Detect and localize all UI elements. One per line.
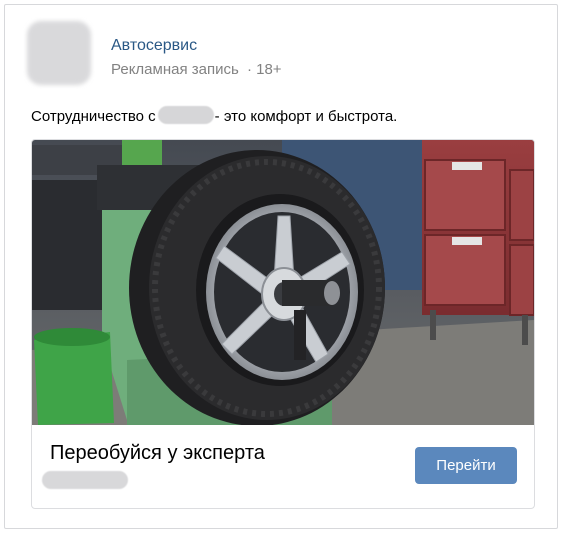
go-button[interactable]: Перейти (415, 447, 517, 484)
post-text: Сотрудничество с - это комфорт и быстрота… (31, 106, 397, 125)
ad-post: Автосервис Рекламная запись · 18+ Сотруд… (4, 4, 558, 529)
avatar[interactable] (23, 17, 95, 89)
redacted-domain (42, 471, 128, 489)
card-title: Переобуйся у эксперта (50, 442, 265, 464)
post-meta: Рекламная запись · 18+ (111, 61, 282, 78)
tire-photo[interactable] (32, 140, 534, 425)
post-text-end: - это комфорт и быстрота. (214, 108, 398, 125)
ad-label: Рекламная запись (111, 61, 239, 78)
redacted-name (157, 106, 214, 124)
author-name[interactable]: Автосервис (111, 37, 197, 55)
post-text-start: Сотрудничество с (31, 108, 156, 125)
ad-card[interactable]: Переобуйся у эксперта Перейти (31, 139, 535, 509)
age-rating: · 18+ (246, 61, 282, 78)
